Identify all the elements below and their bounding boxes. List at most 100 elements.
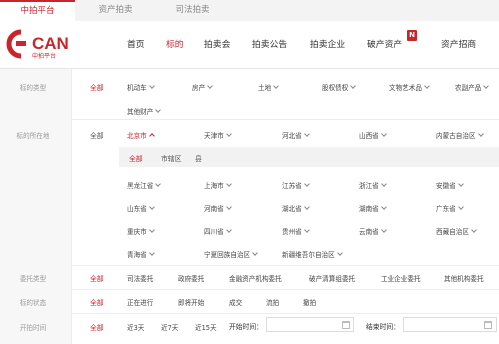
chevron-down-icon bbox=[380, 181, 387, 187]
tab-judicial-auction[interactable]: 司法拍卖 bbox=[155, 0, 230, 21]
status-sold[interactable]: 成交 bbox=[229, 297, 242, 307]
filter-panel: 标的类型 全部 机动车 房产 土地 股权债权 文物艺术品 农副产品 其他财产 标… bbox=[0, 68, 499, 344]
type-option-property[interactable]: 房产 bbox=[192, 82, 214, 92]
location-all-option[interactable]: 全部 bbox=[90, 130, 104, 140]
province-henan[interactable]: 河南省 bbox=[204, 203, 232, 213]
end-time-label: 结束时间： bbox=[366, 323, 400, 331]
start-time-label: 开始时间： bbox=[229, 323, 263, 331]
consignor-financial[interactable]: 金融资产机构委托 bbox=[229, 273, 282, 283]
consignor-government[interactable]: 政府委托 bbox=[178, 273, 204, 283]
province-hebei[interactable]: 河北省 bbox=[282, 130, 310, 140]
status-ongoing[interactable]: 正在进行 bbox=[127, 297, 153, 307]
chevron-down-icon bbox=[225, 181, 232, 187]
end-time-input[interactable] bbox=[403, 317, 497, 332]
type-option-land[interactable]: 土地 bbox=[258, 82, 280, 92]
chevron-down-icon bbox=[148, 250, 155, 256]
chevron-down-icon bbox=[148, 227, 155, 233]
province-jiangsu[interactable]: 江苏省 bbox=[282, 180, 310, 190]
time-last-15-days[interactable]: 近15天 bbox=[195, 322, 217, 332]
city-sub-panel: 全部 市辖区 县 bbox=[119, 147, 499, 167]
chevron-down-icon bbox=[380, 204, 387, 210]
province-tianjin[interactable]: 天津市 bbox=[204, 130, 232, 140]
nav-auctions[interactable]: 拍卖会 bbox=[204, 37, 230, 50]
filter-label-status: 标的状态 bbox=[19, 299, 47, 307]
province-shanxi[interactable]: 山西省 bbox=[359, 130, 387, 140]
type-option-other[interactable]: 其他财产 bbox=[127, 106, 162, 116]
calendar-icon bbox=[484, 321, 492, 329]
province-guangdong[interactable]: 广东省 bbox=[436, 203, 464, 213]
chevron-up-icon bbox=[148, 133, 155, 139]
type-option-vehicle[interactable]: 机动车 bbox=[127, 82, 155, 92]
chevron-down-icon bbox=[424, 83, 430, 89]
type-option-equity[interactable]: 股权债权 bbox=[322, 82, 357, 92]
chevron-down-icon bbox=[477, 131, 484, 137]
time-last-7-days[interactable]: 近7天 bbox=[161, 322, 178, 332]
consignor-judicial[interactable]: 司法委托 bbox=[127, 273, 153, 283]
divider bbox=[72, 119, 499, 120]
chevron-down-icon bbox=[252, 250, 258, 256]
chevron-down-icon bbox=[336, 250, 343, 256]
city-county-option[interactable]: 县 bbox=[195, 153, 202, 163]
start-time-input[interactable] bbox=[266, 317, 354, 332]
chevron-down-icon bbox=[303, 181, 310, 187]
tab-asset-auction[interactable]: 资产拍卖 bbox=[78, 0, 153, 21]
province-sichuan[interactable]: 四川省 bbox=[204, 226, 232, 236]
province-ningxia[interactable]: 宁夏回族自治区 bbox=[204, 249, 258, 259]
chevron-down-icon bbox=[471, 227, 477, 233]
consignor-bankruptcy[interactable]: 破产清算组委托 bbox=[309, 273, 355, 283]
province-qinghai[interactable]: 青海省 bbox=[127, 249, 155, 259]
time-all-option[interactable]: 全部 bbox=[90, 322, 104, 332]
nav-auction-companies[interactable]: 拍卖企业 bbox=[310, 37, 345, 50]
divider bbox=[72, 313, 499, 314]
can-logo[interactable]: CAN 中拍平台 bbox=[5, 28, 85, 60]
chevron-down-icon bbox=[303, 227, 310, 233]
province-shanghai[interactable]: 上海市 bbox=[204, 180, 232, 190]
chevron-down-icon bbox=[380, 131, 387, 137]
status-upcoming[interactable]: 即将开始 bbox=[178, 297, 204, 307]
status-unsold[interactable]: 流拍 bbox=[266, 297, 279, 307]
nav-lots[interactable]: 标的 bbox=[166, 37, 184, 50]
type-all-option[interactable]: 全部 bbox=[90, 82, 104, 92]
province-guizhou[interactable]: 贵州省 bbox=[282, 226, 310, 236]
province-zhejiang[interactable]: 浙江省 bbox=[359, 180, 387, 190]
city-district-option[interactable]: 市辖区 bbox=[161, 153, 181, 163]
svg-text:中拍平台: 中拍平台 bbox=[32, 52, 56, 60]
chevron-down-icon bbox=[483, 83, 490, 89]
status-all-option[interactable]: 全部 bbox=[90, 297, 104, 307]
divider bbox=[72, 289, 499, 290]
province-chongqing[interactable]: 重庆市 bbox=[127, 226, 155, 236]
nav-auction-notices[interactable]: 拍卖公告 bbox=[252, 37, 287, 50]
type-option-art[interactable]: 文物艺术品 bbox=[389, 82, 430, 92]
divider bbox=[72, 265, 499, 266]
consignor-other[interactable]: 其他机构委托 bbox=[444, 273, 484, 283]
chevron-down-icon bbox=[457, 204, 464, 210]
nav-bankruptcy-assets[interactable]: 破产资产 bbox=[367, 37, 402, 50]
province-hunan[interactable]: 湖南省 bbox=[359, 203, 387, 213]
consignor-all-option[interactable]: 全部 bbox=[90, 273, 104, 283]
chevron-down-icon bbox=[148, 83, 155, 89]
time-last-3-days[interactable]: 近3天 bbox=[127, 322, 144, 332]
chevron-down-icon bbox=[225, 227, 232, 233]
province-inner-mongolia[interactable]: 内蒙古自治区 bbox=[436, 130, 484, 140]
platform-tab-bar: 中拍平台 资产拍卖 司法拍卖 bbox=[0, 0, 499, 21]
status-withdrawn[interactable]: 撤拍 bbox=[303, 297, 316, 307]
province-yunnan[interactable]: 云南省 bbox=[359, 226, 387, 236]
site-header: CAN 中拍平台 首页 标的 拍卖会 拍卖公告 拍卖企业 破产资产 N 资产招商 bbox=[0, 21, 499, 67]
new-badge: N bbox=[407, 30, 417, 41]
tab-zhongpai-platform[interactable]: 中拍平台 bbox=[0, 0, 75, 21]
chevron-down-icon bbox=[380, 227, 387, 233]
nav-asset-investment[interactable]: 资产招商 bbox=[441, 37, 476, 50]
type-option-agri[interactable]: 农副产品 bbox=[455, 82, 490, 92]
filter-label-location: 标的所在地 bbox=[16, 132, 50, 140]
consignor-industrial[interactable]: 工业企业委托 bbox=[381, 273, 421, 283]
nav-home[interactable]: 首页 bbox=[127, 37, 145, 50]
province-xinjiang[interactable]: 新疆维吾尔自治区 bbox=[282, 249, 343, 259]
province-tibet[interactable]: 西藏自治区 bbox=[436, 226, 477, 236]
province-beijing[interactable]: 北京市 bbox=[127, 130, 155, 140]
province-hubei[interactable]: 湖北省 bbox=[282, 203, 310, 213]
city-all-option[interactable]: 全部 bbox=[129, 153, 143, 163]
province-shandong[interactable]: 山东省 bbox=[127, 203, 155, 213]
chevron-down-icon bbox=[148, 204, 155, 210]
province-heilongjiang[interactable]: 黑龙江省 bbox=[127, 180, 162, 190]
province-anhui[interactable]: 安徽省 bbox=[436, 180, 464, 190]
